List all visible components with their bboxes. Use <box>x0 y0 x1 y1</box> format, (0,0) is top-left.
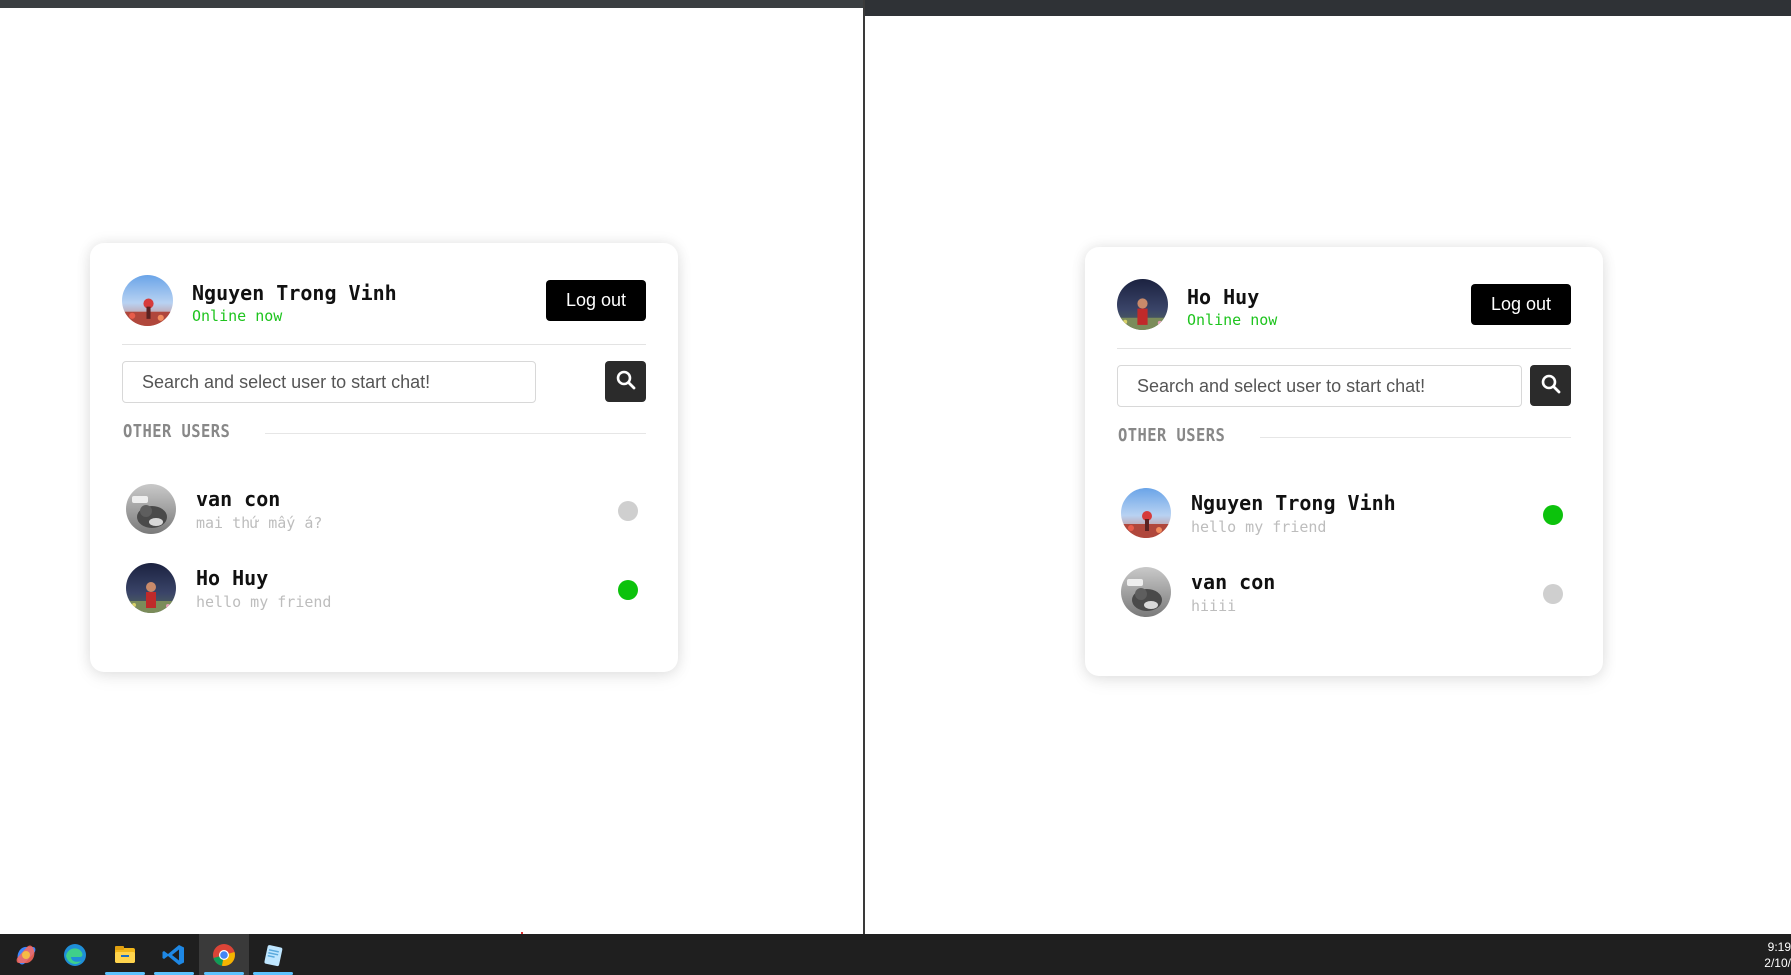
user-name: van con <box>1191 570 1276 594</box>
user-last-message: hiiii <box>1191 597 1237 615</box>
chat-users-panel: Ho Huy Online now Log out OTHER USERS Ng… <box>1085 247 1603 676</box>
user-last-message: mai thứ mấy á? <box>196 514 323 532</box>
current-user-name: Nguyen Trong Vinh <box>192 281 397 305</box>
search-input[interactable] <box>1117 365 1522 407</box>
user-list-item[interactable]: van con hiiii <box>1121 567 1567 619</box>
search-bar <box>122 361 646 403</box>
chat-users-panel: Nguyen Trong Vinh Online now Log out OTH… <box>90 243 678 672</box>
offline-status-dot <box>618 501 638 521</box>
file-explorer-icon[interactable] <box>110 940 140 970</box>
section-divider <box>265 433 646 434</box>
user-avatar <box>1121 488 1171 538</box>
current-user-status: Online now <box>192 307 283 325</box>
user-avatar <box>126 563 176 613</box>
current-user-status: Online now <box>1187 311 1278 329</box>
user-last-message: hello my friend <box>196 593 332 611</box>
section-divider <box>1260 437 1571 438</box>
chrome-icon[interactable] <box>209 940 239 970</box>
logout-button[interactable]: Log out <box>1470 284 1571 325</box>
user-list-item[interactable]: Nguyen Trong Vinh hello my friend <box>1121 488 1567 540</box>
clock-date: 2/10/ <box>1764 956 1791 970</box>
current-user-header: Nguyen Trong Vinh Online now Log out <box>122 275 646 327</box>
system-clock[interactable]: 9:19 2/10/ <box>1763 939 1791 971</box>
edge-icon[interactable] <box>60 940 90 970</box>
user-name: Nguyen Trong Vinh <box>1191 491 1396 515</box>
other-users-heading: OTHER USERS <box>1118 425 1226 446</box>
left-browser-window: Nguyen Trong Vinh Online now Log out OTH… <box>0 0 864 934</box>
search-icon <box>616 370 636 393</box>
left-window-titlebar <box>0 0 864 8</box>
user-avatar <box>1121 567 1171 617</box>
offline-status-dot <box>1543 584 1563 604</box>
search-bar <box>1117 365 1571 407</box>
current-user-header: Ho Huy Online now Log out <box>1117 279 1571 331</box>
user-name: Ho Huy <box>196 566 269 590</box>
user-name: van con <box>196 487 281 511</box>
vscode-icon[interactable] <box>159 940 189 970</box>
current-user-name: Ho Huy <box>1187 285 1260 309</box>
windows-taskbar: 9:19 2/10/ <box>0 934 1791 975</box>
clock-time: 9:19 <box>1767 940 1791 954</box>
search-input[interactable] <box>122 361 536 403</box>
search-button[interactable] <box>605 361 646 402</box>
search-button[interactable] <box>1530 365 1571 406</box>
header-divider <box>122 344 646 345</box>
user-list-item[interactable]: Ho Huy hello my friend <box>126 563 642 615</box>
online-status-dot <box>618 580 638 600</box>
header-divider <box>1117 348 1571 349</box>
other-users-heading: OTHER USERS <box>123 421 231 442</box>
user-last-message: hello my friend <box>1191 518 1327 536</box>
online-status-dot <box>1543 505 1563 525</box>
logout-button[interactable]: Log out <box>545 280 646 321</box>
copilot-icon[interactable] <box>11 940 41 970</box>
current-user-avatar <box>122 275 173 326</box>
user-list-item[interactable]: van con mai thứ mấy á? <box>126 484 642 536</box>
current-user-avatar <box>1117 279 1168 330</box>
notepad-icon[interactable] <box>258 940 288 970</box>
user-avatar <box>126 484 176 534</box>
right-browser-window: Ho Huy Online now Log out OTHER USERS Ng… <box>865 0 1791 934</box>
search-icon <box>1541 374 1561 397</box>
right-window-titlebar <box>865 0 1791 16</box>
